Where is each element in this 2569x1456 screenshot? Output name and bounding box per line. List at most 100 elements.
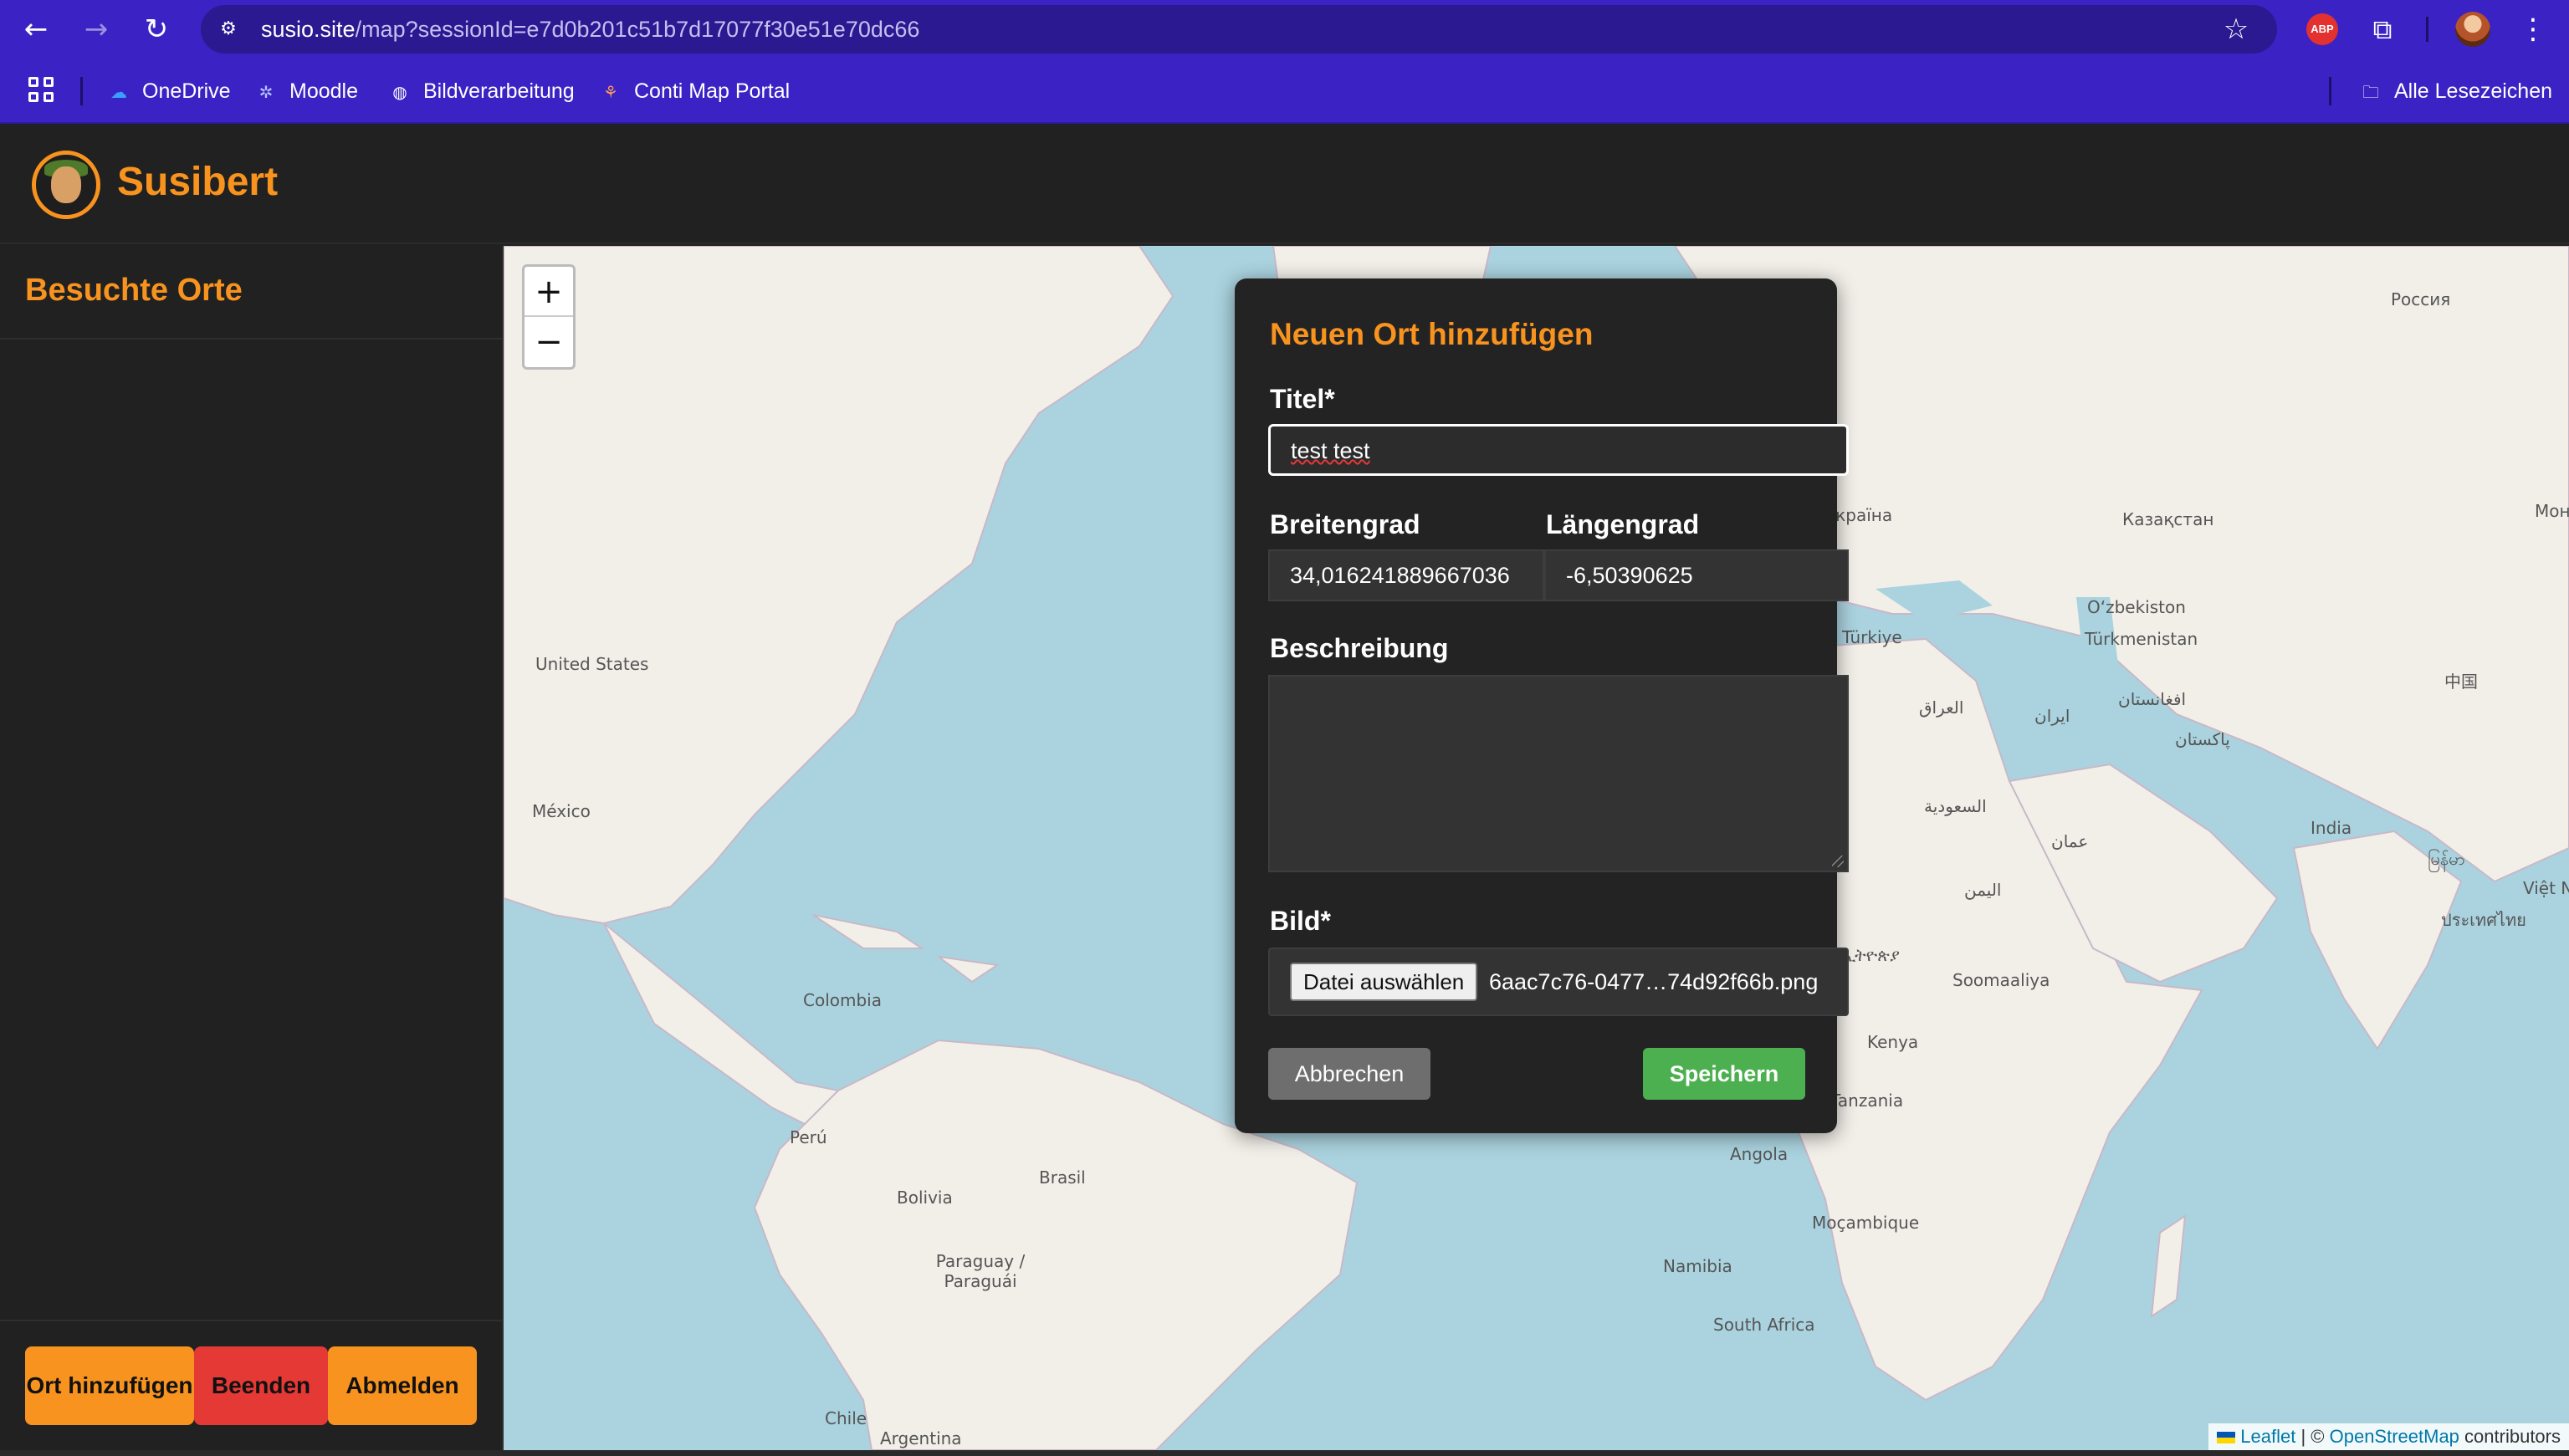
bookmark-bildverarbeitung[interactable]: ◍ Bildverarbeitung <box>386 74 575 109</box>
map-label: Tanzania <box>1830 1091 1904 1111</box>
moodle-icon: ✲ <box>258 82 274 103</box>
url-path: /map?sessionId=e7d0b201c51b7d17077f30e51… <box>355 17 920 42</box>
map-label: اليمن <box>1964 880 2002 900</box>
map-label: Colombia <box>803 990 882 1010</box>
all-bookmarks-label: Alle Lesezeichen <box>2394 79 2553 103</box>
divider <box>0 1320 502 1321</box>
choose-file-button[interactable]: Datei auswählen <box>1290 963 1478 1001</box>
url-text[interactable]: susio.site/map?sessionId=e7d0b201c51b7d1… <box>261 5 919 54</box>
sidebar: Besuchte Orte Ort hinzufügen Beenden Abm… <box>0 246 504 1456</box>
description-label: Beschreibung <box>1270 633 1449 663</box>
cancel-button[interactable]: Abbrechen <box>1268 1048 1430 1100</box>
map-label: Perú <box>790 1127 827 1147</box>
map-label: Bolivia <box>897 1188 953 1208</box>
image-file-input[interactable]: Datei auswählen 6aac7c76-0477…74d92f66b.… <box>1268 948 1849 1016</box>
map-label: العراق <box>1919 697 1964 718</box>
selected-file-name: 6aac7c76-0477…74d92f66b.png <box>1489 969 1819 994</box>
map-label: Chile <box>825 1408 867 1428</box>
map-label: ኢትዮጵያ <box>1842 945 1900 965</box>
map-label: Kenya <box>1867 1032 1919 1052</box>
map-label: Moçambique <box>1812 1213 1920 1233</box>
save-button[interactable]: Speichern <box>1643 1048 1805 1100</box>
dialog-title: Neuen Ort hinzufügen <box>1270 317 1594 351</box>
logout-button[interactable]: Abmelden <box>328 1346 477 1425</box>
app-header: Susibert <box>0 125 2569 244</box>
image-label: Bild* <box>1270 906 1331 936</box>
browser-toolbar: ← → ↻ ⚙ susio.site/map?sessionId=e7d0b20… <box>0 0 2569 59</box>
bookmarks-divider <box>80 77 83 105</box>
title-label: Titel* <box>1270 384 1335 414</box>
globe-icon: ◍ <box>392 82 407 103</box>
attribution-contributors: contributors <box>2464 1426 2561 1447</box>
bookmark-label: OneDrive <box>142 79 231 103</box>
longitude-label: Längengrad <box>1546 509 1700 539</box>
bookmark-onedrive[interactable]: ☁ OneDrive <box>105 74 231 109</box>
site-settings-icon[interactable]: ⚙ <box>216 17 241 42</box>
map-label: Soomaaliya <box>1952 970 2050 990</box>
zoom-in-button[interactable]: + <box>525 267 573 317</box>
bookmarks-divider <box>2329 77 2331 105</box>
map-label: عمان <box>2051 831 2089 851</box>
map-label: ประเทศไทย <box>2441 910 2526 930</box>
url-host: susio.site <box>261 17 356 42</box>
apps-grid-icon[interactable] <box>28 77 57 105</box>
map-label: السعودية <box>1924 796 1987 816</box>
map-label: افغانستان <box>2118 689 2187 709</box>
zoom-control: + − <box>522 264 576 370</box>
all-bookmarks-folder[interactable]: 🗀 Alle Lesezeichen <box>2357 74 2552 109</box>
cloud-icon: ☁ <box>110 82 127 103</box>
map-label: Việt N <box>2523 878 2569 898</box>
map-label: Paraguay / Paraguái <box>935 1251 1026 1291</box>
app-logo <box>32 151 100 219</box>
map-label: O‘zbekiston <box>2087 597 2186 617</box>
leaflet-link[interactable]: Leaflet <box>2240 1426 2295 1447</box>
map-label: Argentina <box>880 1428 962 1448</box>
map-label: Angola <box>1730 1144 1789 1164</box>
description-textarea[interactable] <box>1268 675 1849 872</box>
add-place-button[interactable]: Ort hinzufügen <box>25 1346 194 1425</box>
map-label: پاکستان <box>2175 729 2230 749</box>
map-label: Türkiye <box>1842 627 1902 647</box>
title-input[interactable]: test test <box>1268 424 1849 476</box>
add-place-dialog: Neuen Ort hinzufügen Titel* test test Br… <box>1235 278 1849 1133</box>
map-label: Казақстан <box>2122 509 2214 529</box>
resize-handle-icon[interactable] <box>1832 856 1844 867</box>
toolbar-divider <box>2426 17 2428 42</box>
bookmark-moodle[interactable]: ✲ Moodle <box>253 74 358 109</box>
map-label: Brasil <box>1039 1167 1086 1188</box>
reload-icon[interactable]: ↻ <box>136 8 177 50</box>
map-label: Namibia <box>1663 1256 1732 1276</box>
map-label: Türkmenistan <box>2085 629 2198 649</box>
bookmark-label: Conti Map Portal <box>634 79 791 103</box>
map-attribution: Leaflet | © OpenStreetMap contributors <box>2208 1423 2569 1450</box>
ukraine-flag-icon <box>2217 1432 2236 1444</box>
back-arrow-icon[interactable]: ← <box>15 8 57 50</box>
map-portal-icon: ⚘ <box>603 82 618 103</box>
kebab-menu-icon[interactable]: ⋮ <box>2518 12 2548 47</box>
bookmark-conti-map-portal[interactable]: ⚘ Conti Map Portal <box>597 74 790 109</box>
latitude-label: Breitengrad <box>1270 509 1420 539</box>
map-label: 中国 <box>2444 672 2478 692</box>
openstreetmap-link[interactable]: OpenStreetMap <box>2330 1426 2459 1447</box>
bookmark-label: Moodle <box>289 79 358 103</box>
extensions-icon[interactable]: ⧉ <box>2365 12 2400 47</box>
zoom-out-button[interactable]: − <box>525 317 573 367</box>
longitude-input[interactable]: -6,50390625 <box>1544 549 1849 601</box>
bookmark-label: Bildverarbeitung <box>423 79 575 103</box>
sidebar-title: Besuchte Orte <box>25 273 243 308</box>
latitude-input[interactable]: 34,016241889667036 <box>1268 549 1544 601</box>
attribution-separator: | © <box>2300 1426 2325 1447</box>
profile-avatar[interactable] <box>2455 12 2490 47</box>
map-label: ایران <box>2034 706 2070 726</box>
map-label: မြန်မာ <box>2428 849 2465 869</box>
bottom-edge <box>0 1450 2569 1456</box>
map-label: Монгол улс <box>2535 501 2569 521</box>
divider <box>0 338 502 340</box>
end-button[interactable]: Beenden <box>194 1346 328 1425</box>
map-label: México <box>532 801 591 821</box>
address-bar[interactable]: ⚙ susio.site/map?sessionId=e7d0b201c51b7… <box>201 5 2277 54</box>
adblock-extension-icon[interactable]: ABP <box>2306 13 2338 45</box>
folder-icon: 🗀 <box>2362 82 2379 103</box>
forward-arrow-icon[interactable]: → <box>75 8 117 50</box>
star-icon[interactable]: ☆ <box>2220 13 2252 45</box>
